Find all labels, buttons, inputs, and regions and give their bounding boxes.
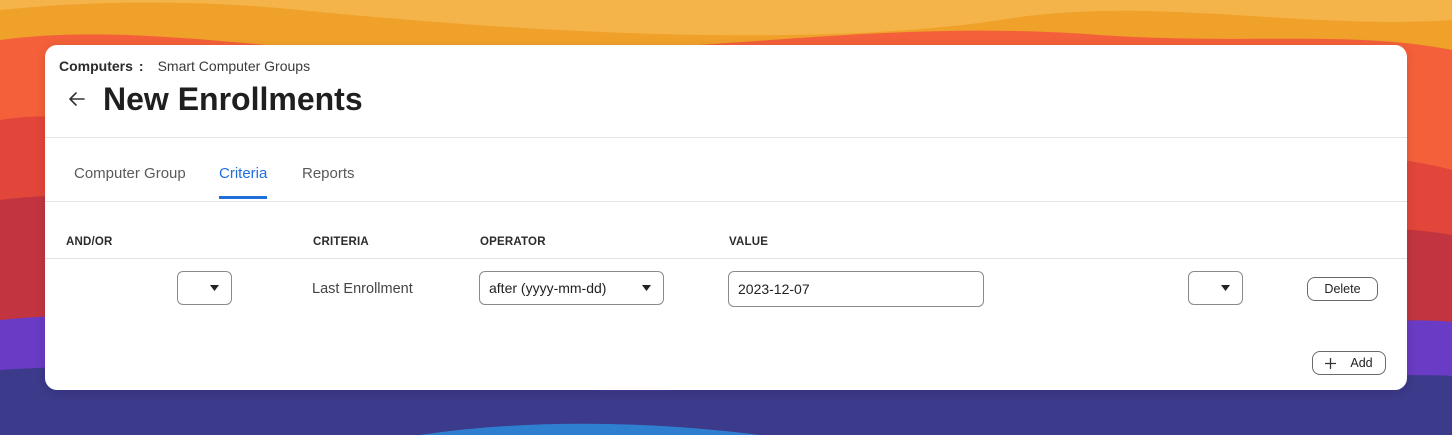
plus-icon — [1325, 357, 1337, 369]
criteria-name: Last Enrollment — [312, 281, 413, 297]
tabs-divider — [45, 201, 1407, 202]
header-divider — [45, 137, 1407, 138]
caret-down-icon — [1221, 285, 1230, 291]
breadcrumb-computers[interactable]: Computers — [59, 58, 133, 74]
and-or-select[interactable] — [177, 271, 232, 305]
add-criteria-button[interactable]: Add — [1312, 351, 1386, 375]
operator-value: after (yyyy-mm-dd) — [489, 280, 607, 296]
page-title: New Enrollments — [103, 81, 363, 117]
column-header-value: VALUE — [729, 236, 769, 248]
tab-criteria[interactable]: Criteria — [219, 165, 268, 201]
table-header-divider — [45, 258, 1407, 259]
breadcrumb-separator: : — [138, 58, 144, 74]
caret-down-icon — [642, 285, 651, 291]
column-header-operator: OPERATOR — [480, 236, 546, 248]
arrow-left-icon — [69, 92, 85, 106]
breadcrumb: Computers : Smart Computer Groups — [59, 58, 310, 74]
breadcrumb-smart-computer-groups[interactable]: Smart Computer Groups — [158, 58, 311, 74]
column-header-criteria: CRITERIA — [313, 236, 369, 248]
parenthesis-select[interactable] — [1188, 271, 1243, 305]
column-header-and-or: AND/OR — [66, 236, 113, 248]
tab-computer-group[interactable]: Computer Group — [74, 165, 186, 201]
back-button[interactable] — [67, 89, 87, 109]
value-input[interactable] — [728, 271, 984, 307]
tab-reports[interactable]: Reports — [302, 165, 355, 201]
add-button-label: Add — [1350, 356, 1373, 370]
smart-group-panel: Computers : Smart Computer Groups New En… — [45, 45, 1407, 390]
delete-button[interactable]: Delete — [1307, 277, 1378, 301]
caret-down-icon — [210, 285, 219, 291]
operator-select[interactable]: after (yyyy-mm-dd) — [479, 271, 664, 305]
